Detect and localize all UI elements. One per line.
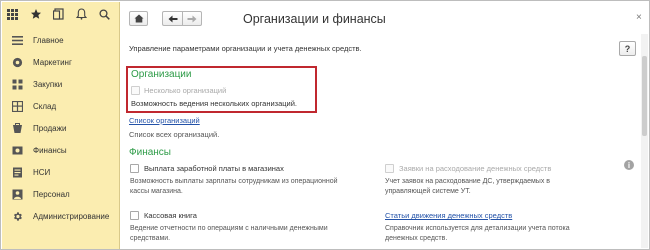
finance-section-title: Финансы	[129, 147, 171, 158]
sidebar-item-label: Маркетинг	[33, 57, 72, 67]
cash-flow-items-link[interactable]: Статьи движения денежных средств	[385, 211, 512, 220]
vertical-scrollbar[interactable]	[641, 34, 648, 248]
star-icon[interactable]	[29, 8, 42, 21]
warehouse-icon	[10, 99, 24, 113]
sidebar-item-label: Склад	[33, 101, 57, 111]
sidebar-item-label: Закупки	[33, 79, 63, 89]
sidebar-item-warehouse[interactable]: Склад	[2, 95, 120, 117]
info-icon[interactable]: i	[624, 160, 634, 170]
help-button[interactable]: ?	[619, 41, 636, 56]
purchases-icon	[10, 77, 24, 91]
cash-flow-items-hint: Справочник используется для детализации …	[385, 224, 570, 244]
sales-icon	[10, 121, 24, 135]
sidebar-item-sales[interactable]: Продажи	[2, 117, 120, 139]
cash-book-label: Кассовая книга	[144, 211, 197, 220]
cash-book-checkbox[interactable]	[130, 211, 139, 220]
forward-button[interactable]	[182, 11, 202, 26]
sidebar-toolbar	[2, 2, 120, 26]
sidebar-item-label: НСИ	[33, 167, 51, 177]
payroll-in-stores-checkbox[interactable]	[130, 164, 139, 173]
scrollbar-thumb[interactable]	[642, 56, 647, 136]
sidebar-item-main[interactable]: Главное	[2, 29, 120, 51]
grid-icon[interactable]	[6, 8, 19, 21]
cashflow-hint-line: Справочник используется для детализации …	[385, 225, 570, 232]
payroll-hint-line: Возможность выплаты зарплаты сотрудникам…	[130, 178, 338, 185]
cashflow-hint-line: денежных средств.	[385, 235, 448, 242]
page-title: Организации и финансы	[243, 12, 386, 26]
cash-requests-label: Заявки на расходование денежных средств	[399, 164, 552, 173]
multiple-organizations-label: Несколько организаций	[144, 86, 227, 95]
sidebar-item-marketing[interactable]: Маркетинг	[2, 51, 120, 73]
app-window: Главное Маркетинг Закупки Склад Продажи	[0, 0, 650, 250]
cash-requests-hint: Учет заявок на расходование ДС, утвержда…	[385, 177, 550, 197]
arrow-right-icon	[187, 15, 197, 22]
sidebar-item-label: Персонал	[33, 189, 70, 199]
person-icon	[10, 187, 24, 201]
reference-data-icon	[10, 165, 24, 179]
search-icon[interactable]	[98, 8, 111, 21]
payroll-hint-line: кассы магазина.	[130, 188, 183, 195]
sidebar-item-personnel[interactable]: Персонал	[2, 183, 120, 205]
gear-icon	[10, 209, 24, 223]
home-icon	[134, 14, 143, 23]
history-icon[interactable]	[52, 8, 65, 21]
sidebar-item-label: Главное	[33, 35, 64, 45]
payroll-in-stores-hint: Возможность выплаты зарплаты сотрудникам…	[130, 177, 338, 197]
sidebar-item-label: Продажи	[33, 123, 67, 133]
multiple-organizations-hint: Возможность ведения нескольких организац…	[131, 99, 298, 108]
marketing-icon	[10, 55, 24, 69]
multiple-organizations-checkbox[interactable]	[131, 86, 140, 95]
sidebar-item-administration[interactable]: Администрирование	[2, 205, 120, 227]
arrow-left-icon	[168, 15, 177, 22]
requests-hint-line: Учет заявок на расходование ДС, утвержда…	[385, 178, 550, 185]
organizations-list-link[interactable]: Список организаций	[129, 116, 200, 125]
page-description: Управление параметрами организации и уче…	[129, 44, 362, 53]
cashbook-hint-line: средствами.	[130, 235, 171, 242]
sidebar-item-finance[interactable]: Финансы	[2, 139, 120, 161]
sidebar-item-label: Администрирование	[33, 211, 110, 221]
payroll-in-stores-label: Выплата заработной платы в магазинах	[144, 164, 284, 173]
bell-icon[interactable]	[75, 8, 88, 21]
menu-lines-icon	[10, 33, 24, 47]
finance-icon	[10, 143, 24, 157]
main-panel: Организации и финансы × Управление парам…	[121, 2, 649, 249]
organizations-list-hint: Список всех организаций.	[129, 130, 220, 139]
organizations-section-title: Организации	[131, 69, 192, 80]
cash-requests-checkbox[interactable]	[385, 164, 394, 173]
cashbook-hint-line: Ведение отчетности по операциям с наличн…	[130, 225, 328, 232]
sidebar: Главное Маркетинг Закупки Склад Продажи	[2, 2, 120, 249]
requests-hint-line: управляющей системе УТ.	[385, 188, 471, 195]
home-button[interactable]	[129, 11, 148, 26]
sidebar-item-purchases[interactable]: Закупки	[2, 73, 120, 95]
close-icon[interactable]: ×	[636, 12, 642, 23]
sidebar-item-label: Финансы	[33, 145, 67, 155]
back-button[interactable]	[162, 11, 182, 26]
sidebar-item-reference-data[interactable]: НСИ	[2, 161, 120, 183]
cash-book-hint: Ведение отчетности по операциям с наличн…	[130, 224, 328, 244]
